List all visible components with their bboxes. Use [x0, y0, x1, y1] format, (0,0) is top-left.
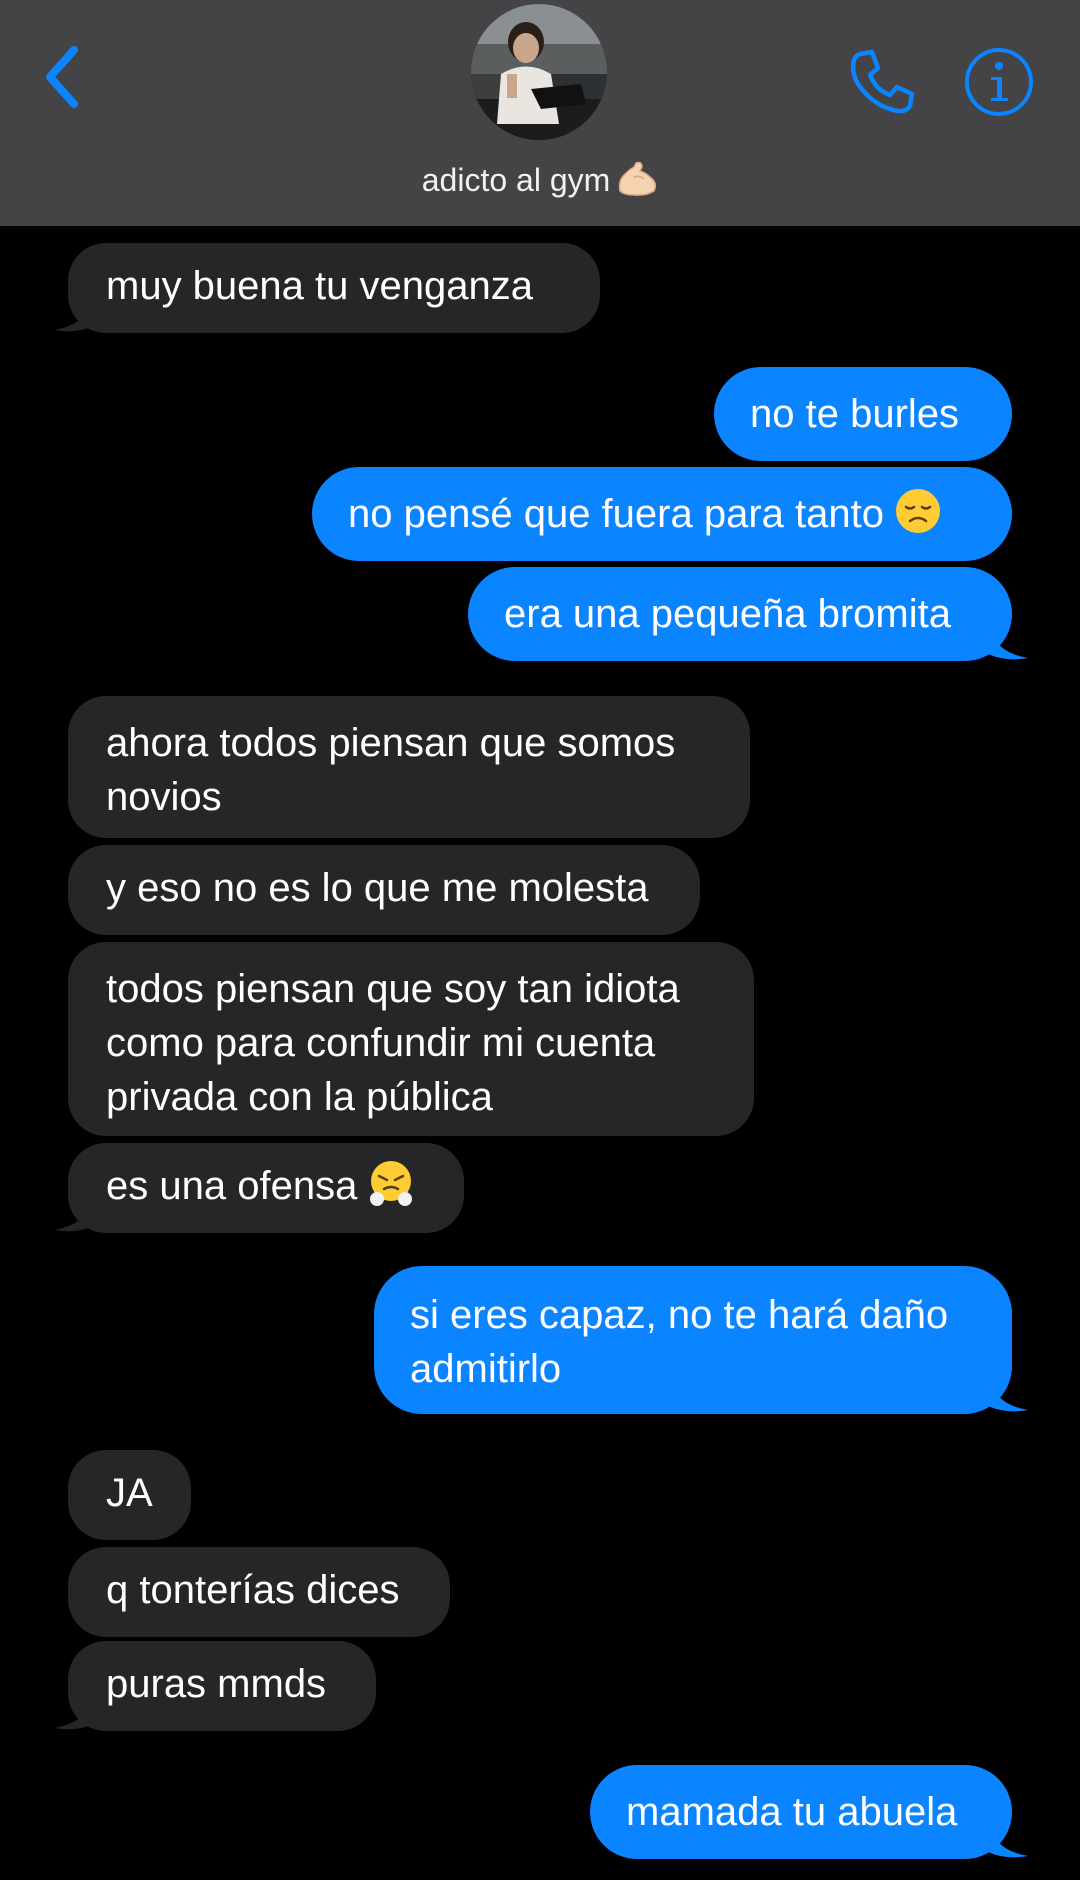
message-text: muy buena tu venganza	[106, 264, 533, 308]
message-text: todos piensan que soy tan idiota como pa…	[106, 967, 680, 1119]
bubble-tail	[54, 1200, 94, 1232]
message-text: q tonterías dices	[106, 1568, 400, 1612]
info-button[interactable]	[963, 46, 1035, 118]
bubble-tail	[988, 1826, 1028, 1858]
message-text: JA	[106, 1471, 153, 1515]
message-bubble-incoming[interactable]: JA	[68, 1450, 191, 1540]
message-text: puras mmds	[106, 1662, 327, 1706]
message-text: era una pequeña bromita	[504, 592, 951, 636]
bubble-tail	[54, 300, 94, 332]
flexed-biceps-emoji	[616, 161, 658, 206]
back-button[interactable]	[40, 42, 90, 112]
message-bubble-incoming[interactable]: y eso no es lo que me molesta	[68, 845, 700, 935]
message-bubble-incoming[interactable]: todos piensan que soy tan idiota como pa…	[68, 942, 754, 1136]
avatar-photo	[471, 4, 607, 140]
call-button[interactable]	[846, 48, 916, 118]
contact-name-text: adicto al gym	[421, 162, 611, 198]
message-bubble-incoming[interactable]: muy buena tu venganza	[68, 243, 600, 333]
message-text: no pensé que fuera para tanto	[348, 492, 884, 536]
info-icon	[965, 48, 1033, 116]
bubble-tail	[988, 1380, 1028, 1412]
message-text: ahora todos piensan que somos novios	[106, 721, 676, 819]
bubble-tail	[988, 628, 1028, 660]
conversation-header: adicto al gym	[0, 0, 1080, 226]
message-text: si eres capaz, no te hará daño admitirlo	[410, 1293, 949, 1391]
message-text: no te burles	[750, 392, 960, 436]
message-bubble-incoming[interactable]: puras mmds	[68, 1641, 376, 1731]
disappointed-face-emoji	[895, 489, 940, 533]
bubble-tail	[54, 1698, 94, 1730]
face-with-steam-emoji	[370, 1161, 413, 1206]
contact-name[interactable]: adicto al gym	[0, 160, 1080, 206]
message-text: es una ofensa	[106, 1164, 358, 1208]
message-bubble-outgoing[interactable]: no te burles	[714, 367, 1012, 461]
phone-icon	[850, 49, 915, 114]
chevron-left-icon	[46, 46, 78, 108]
contact-avatar[interactable]	[471, 4, 607, 140]
message-bubble-outgoing[interactable]: si eres capaz, no te hará daño admitirlo	[374, 1266, 1012, 1414]
message-text: y eso no es lo que me molesta	[106, 866, 649, 910]
message-bubble-outgoing[interactable]: era una pequeña bromita	[468, 567, 1012, 661]
message-bubble-incoming[interactable]: q tonterías dices	[68, 1547, 450, 1637]
message-bubble-outgoing[interactable]: no pensé que fuera para tanto	[312, 467, 1012, 561]
message-bubble-outgoing[interactable]: mamada tu abuela	[590, 1765, 1012, 1859]
message-bubble-incoming[interactable]: ahora todos piensan que somos novios	[68, 696, 750, 838]
message-bubble-incoming[interactable]: es una ofensa	[68, 1143, 464, 1233]
message-text: mamada tu abuela	[626, 1790, 958, 1834]
